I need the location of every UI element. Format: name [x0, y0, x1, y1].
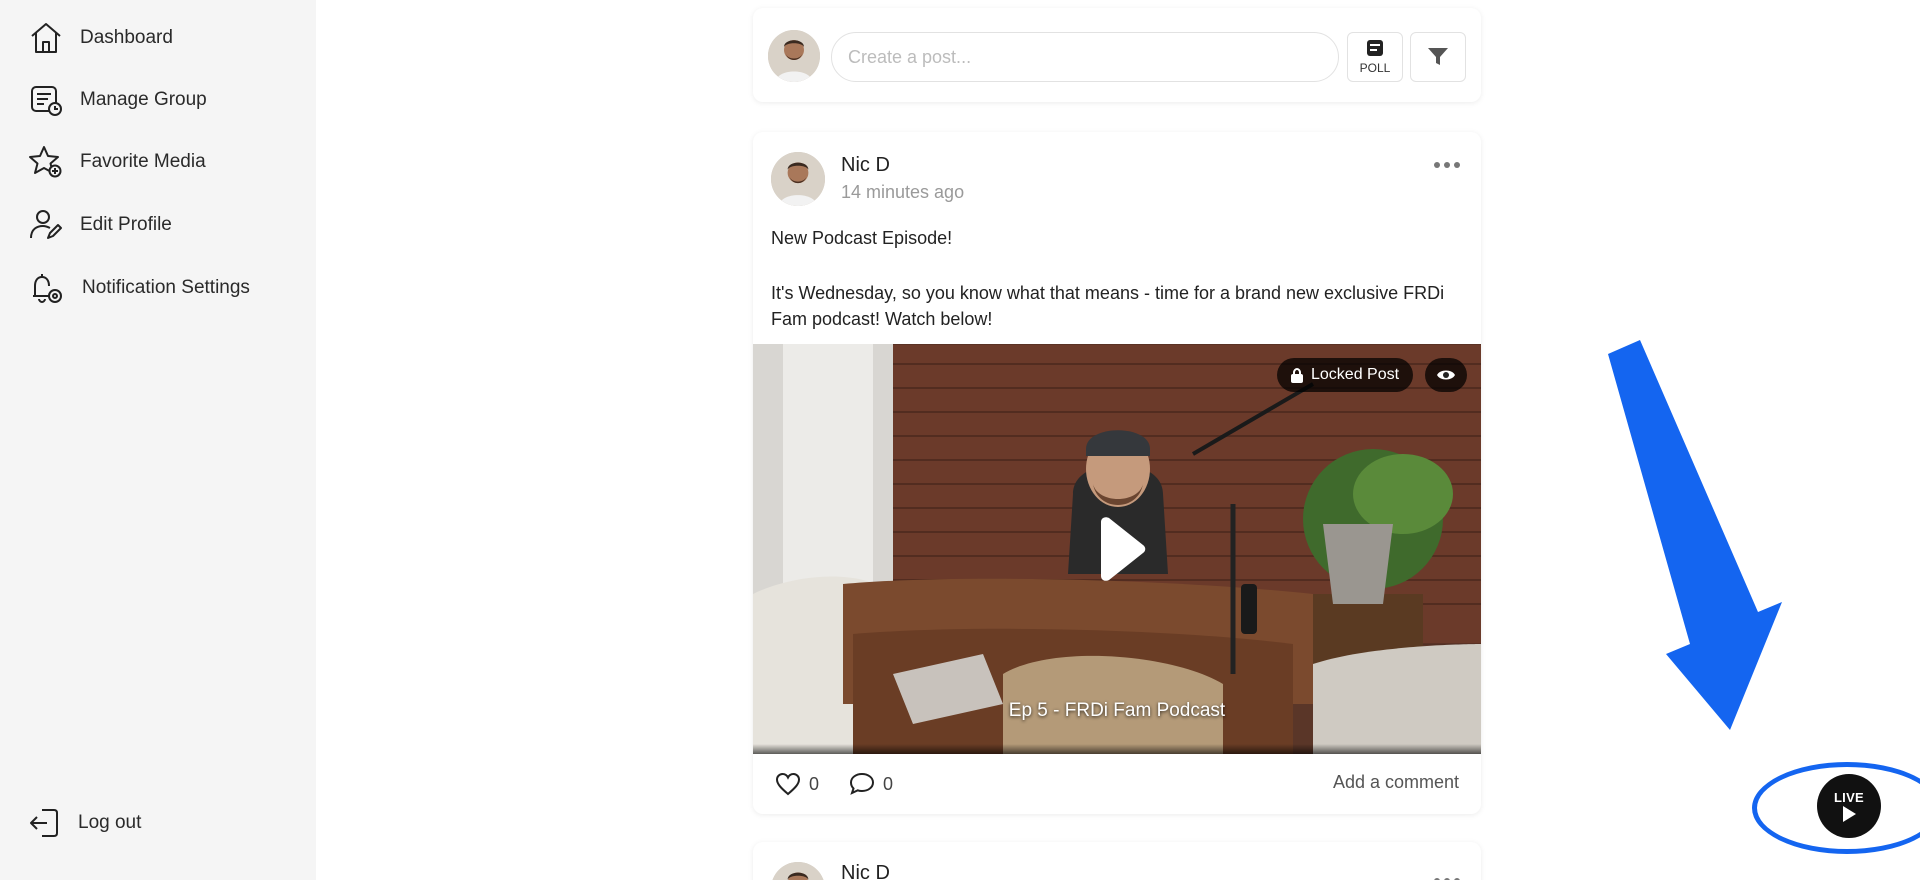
post-card: Nic D	[753, 842, 1481, 880]
view-button[interactable]	[1425, 358, 1467, 392]
live-label: LIVE	[1833, 789, 1865, 805]
logout-icon	[30, 809, 58, 837]
more-options-icon[interactable]	[1433, 156, 1461, 174]
poll-icon	[1367, 39, 1383, 56]
add-comment-link[interactable]: Add a comment	[1333, 772, 1459, 793]
star-icon	[29, 146, 62, 178]
like-count: 0	[809, 773, 820, 794]
sidebar-item-label: Manage Group	[80, 89, 207, 110]
sidebar: Dashboard Manage Group Favorite Media Ed…	[0, 0, 316, 880]
more-options-icon[interactable]	[1433, 872, 1461, 880]
poll-label: POLL	[1359, 60, 1391, 75]
comment-button[interactable]: 0	[849, 772, 893, 796]
locked-post-badge: Locked Post	[1277, 358, 1414, 392]
logout-button[interactable]: Log out	[28, 806, 141, 840]
avatar	[771, 862, 825, 880]
locked-post-label: Locked Post	[1311, 366, 1400, 383]
sidebar-item-favorite-media[interactable]: Favorite Media	[28, 142, 206, 182]
manage-group-icon	[31, 86, 62, 116]
edit-profile-icon	[30, 210, 62, 239]
video-controls[interactable]	[753, 744, 1481, 754]
filter-icon	[1428, 48, 1448, 65]
live-button[interactable]: LIVE	[1817, 774, 1881, 838]
sidebar-item-label: Dashboard	[80, 27, 173, 48]
video-caption: Ep 5 - FRDi Fam Podcast	[1008, 700, 1226, 721]
avatar	[768, 30, 820, 82]
home-icon	[31, 23, 61, 53]
sidebar-item-dashboard[interactable]: Dashboard	[28, 18, 173, 58]
sidebar-item-manage-group[interactable]: Manage Group	[28, 80, 207, 120]
bell-settings-icon	[33, 274, 62, 303]
eye-icon	[1437, 370, 1455, 380]
poll-button[interactable]: POLL	[1347, 32, 1403, 82]
sidebar-item-label: Favorite Media	[80, 151, 206, 172]
post-actions: 0 0	[775, 772, 923, 796]
annotation-arrow-icon	[1608, 340, 1782, 730]
play-icon[interactable]	[1089, 514, 1149, 584]
play-icon	[1843, 805, 1856, 822]
sidebar-item-notification-settings[interactable]: Notification Settings	[28, 268, 250, 308]
post-card: Nic D 14 minutes ago New Podcast Episode…	[753, 132, 1481, 814]
create-post-input[interactable]	[831, 32, 1339, 82]
post-author[interactable]: Nic D	[841, 154, 890, 177]
sidebar-item-label: Notification Settings	[82, 277, 250, 298]
filter-button[interactable]	[1410, 32, 1466, 82]
post-timestamp: 14 minutes ago	[841, 182, 965, 202]
comment-icon	[850, 772, 875, 795]
post-body: It's Wednesday, so you know what that me…	[771, 283, 1445, 329]
post-author[interactable]: Nic D	[841, 862, 890, 880]
lock-icon	[1291, 367, 1303, 383]
heart-icon	[775, 772, 801, 796]
sidebar-item-label: Edit Profile	[80, 214, 172, 235]
logout-label: Log out	[78, 812, 142, 833]
comment-count: 0	[883, 773, 894, 794]
sidebar-item-edit-profile[interactable]: Edit Profile	[28, 205, 172, 245]
post-title: New Podcast Episode!	[771, 228, 953, 248]
video-player[interactable]: Locked Post Ep 5 - FRDi Fam Podcast	[753, 344, 1481, 754]
like-button[interactable]: 0	[775, 772, 819, 796]
post-composer: POLL	[753, 8, 1481, 102]
avatar	[771, 152, 825, 206]
